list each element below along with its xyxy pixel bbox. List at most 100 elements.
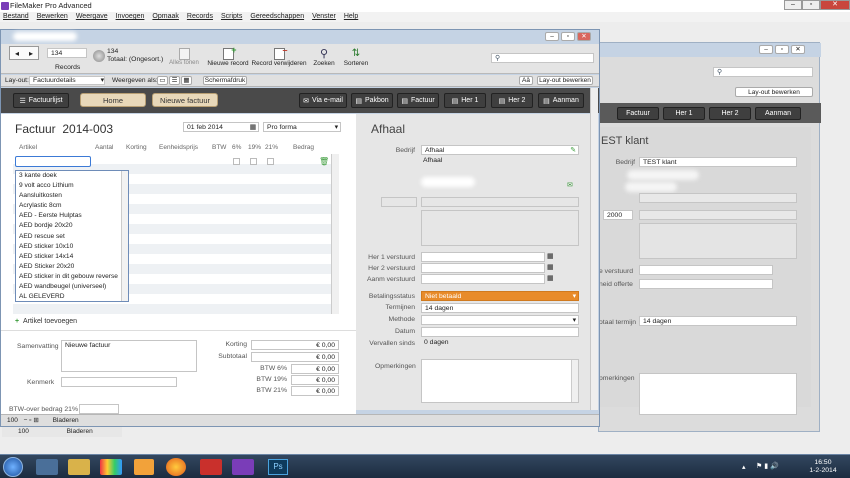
tray-arrow-icon[interactable]: ▴ — [742, 463, 746, 471]
menu-records[interactable]: Records — [187, 12, 213, 22]
dropdown-item[interactable]: 9 volt acco Lithium — [16, 181, 128, 191]
new-record-button[interactable]: + Nieuwe record — [207, 45, 249, 67]
method-select[interactable]: ▾ — [421, 315, 579, 325]
form-view-button[interactable]: ▭ — [157, 76, 168, 85]
calendar-icon[interactable]: ▦ — [547, 263, 554, 271]
btw-6-checkbox[interactable] — [233, 158, 240, 165]
main-maximize-button[interactable]: ▫ — [561, 32, 575, 41]
dropdown-item[interactable]: Acrylastic 8cm — [16, 201, 128, 211]
record-number-field[interactable]: 134 — [47, 48, 87, 58]
dropdown-item[interactable]: AED sticker in dit gebouw reverse — [16, 272, 128, 282]
record-navigator[interactable]: ◂ ▸ — [9, 46, 39, 60]
main-close-button[interactable]: ✕ — [577, 32, 591, 41]
bg-her2-button[interactable]: Her 2 — [709, 107, 751, 120]
delete-record-button[interactable]: – Record verwijderen — [251, 45, 307, 67]
menu-scripts[interactable]: Scripts — [221, 12, 242, 22]
pakbon-button[interactable]: ▤ Pakbon — [351, 93, 393, 108]
zoom-control-icon[interactable]: − ▫ ⊞ — [24, 417, 39, 424]
email-button[interactable]: ✉ Via e-mail — [299, 93, 347, 108]
kenmerk-field[interactable] — [61, 377, 177, 387]
quick-find-field[interactable]: ⚲ — [491, 53, 594, 63]
layout-select[interactable]: Factuurdetails ▾ — [29, 76, 105, 85]
dropdown-item[interactable]: AED sticker 14x14 — [16, 252, 128, 262]
taskbar-app-icon[interactable] — [100, 459, 122, 475]
dropdown-item[interactable]: 3 kante doek — [16, 171, 128, 181]
article-input[interactable] — [15, 156, 91, 167]
menu-bewerken[interactable]: Bewerken — [37, 12, 68, 22]
show-all-button[interactable]: Alles tonen — [167, 48, 201, 66]
dropdown-item[interactable]: AED Sticker 20x20 — [16, 262, 128, 272]
minimize-button[interactable]: – — [784, 0, 802, 10]
firefox-icon[interactable] — [166, 458, 186, 476]
trash-icon[interactable]: 🗑 — [319, 157, 329, 166]
btw-over-field[interactable] — [79, 404, 119, 414]
remarks-field[interactable] — [421, 359, 579, 403]
home-button[interactable]: Home — [80, 93, 146, 107]
dropdown-item[interactable]: AED bordje 20x20 — [16, 221, 128, 231]
dropdown-item[interactable]: AED - Eerste Hulptas — [16, 211, 128, 221]
pdf-icon[interactable] — [200, 459, 222, 475]
aanm-sent-field[interactable] — [421, 274, 545, 284]
dropdown-item[interactable]: Aansluitkosten — [16, 191, 128, 201]
menu-invoegen[interactable]: Invoegen — [116, 12, 145, 22]
bg-minimize-button[interactable]: – — [759, 45, 773, 54]
dropdown-item[interactable]: AED wandbeugel (universeel) — [16, 282, 128, 292]
bg-remarks-field[interactable] — [639, 373, 797, 415]
her1-button[interactable]: ▤ Her 1 — [444, 93, 486, 108]
aa-button[interactable]: Aâ — [519, 76, 533, 85]
add-article-button[interactable]: + Artikel toevoegen — [15, 318, 77, 325]
bg-verstuurd-field[interactable] — [639, 265, 773, 275]
table-view-button[interactable]: ▦ — [181, 76, 192, 85]
menu-venster[interactable]: Venster — [312, 12, 336, 22]
remarks-scrollbar[interactable] — [571, 360, 578, 402]
main-scrollbar[interactable] — [590, 88, 598, 410]
photoshop-icon[interactable]: Ps — [268, 459, 288, 475]
find-button[interactable]: ⚲ Zoeken — [309, 48, 339, 67]
main-minimize-button[interactable]: – — [545, 32, 559, 41]
bg-search-field[interactable]: ⚲ — [713, 67, 813, 77]
her2-button[interactable]: ▤ Her 2 — [491, 93, 533, 108]
calendar-icon[interactable]: ▦ — [547, 274, 554, 282]
maximize-button[interactable]: ▫ — [802, 0, 820, 10]
calendar-icon[interactable]: ▦ — [547, 252, 554, 260]
folder-icon[interactable] — [68, 459, 90, 475]
prev-record-icon[interactable]: ◂ — [15, 49, 19, 58]
menu-help[interactable]: Help — [344, 12, 358, 22]
invoice-list-button[interactable]: ☰ Factuurlijst — [13, 93, 69, 108]
terms-field[interactable]: 14 dagen — [421, 303, 579, 313]
bg-maximize-button[interactable]: ▫ — [775, 45, 789, 54]
bg-offerte-field[interactable] — [639, 279, 773, 289]
bg-close-button[interactable]: ✕ — [791, 45, 805, 54]
dropdown-scrollbar[interactable] — [121, 171, 128, 301]
sort-button[interactable]: ⇅ Sorteren — [339, 48, 373, 67]
bg-factuur-button[interactable]: Factuur — [617, 107, 659, 120]
dropdown-item[interactable]: AED rescue set — [16, 232, 128, 242]
summary-field[interactable]: Nieuwe factuur — [61, 340, 197, 372]
next-record-icon[interactable]: ▸ — [29, 49, 33, 58]
menu-opmaak[interactable]: Opmaak — [152, 12, 178, 22]
preview-button[interactable]: Schermafdruk — [203, 76, 247, 85]
tray-icons[interactable]: ⚑ ▮ 🔊 — [756, 462, 779, 470]
edit-pencil-icon[interactable]: ✎ — [570, 146, 576, 155]
bg-her1-button[interactable]: Her 1 — [663, 107, 705, 120]
invoice-date-field[interactable]: 01 feb 2014 ▦ — [183, 122, 259, 132]
bedrijf-field[interactable]: Afhaal ✎ — [421, 145, 579, 155]
new-invoice-button[interactable]: Nieuwe factuur — [152, 93, 218, 107]
date-field[interactable] — [421, 327, 579, 337]
bg-aanmaning-button[interactable]: Aanman — [755, 107, 801, 120]
her1-sent-field[interactable] — [421, 252, 545, 262]
btw-21-checkbox[interactable] — [267, 158, 274, 165]
start-button[interactable] — [3, 457, 23, 477]
factuur-print-button[interactable]: ▤ Factuur — [397, 93, 439, 108]
dropdown-item[interactable]: AL GELEVERD — [16, 292, 128, 302]
media-player-icon[interactable] — [134, 459, 154, 475]
bg-edit-layout-button[interactable]: Lay-out bewerken — [735, 87, 813, 97]
aanmaning-button[interactable]: ▤ Aanman — [538, 93, 584, 108]
filemaker-taskbar-icon[interactable] — [232, 459, 254, 475]
calendar-icon[interactable]: ▦ — [250, 123, 256, 132]
article-dropdown[interactable]: 3 kante doek 9 volt acco Lithium Aanslui… — [15, 170, 129, 302]
menu-bestand[interactable]: Bestand — [3, 12, 29, 22]
record-slider-icon[interactable] — [93, 50, 105, 62]
payment-status-select[interactable]: Niet betaald ▾ — [421, 291, 579, 301]
dropdown-item[interactable]: AED sticker 10x10 — [16, 242, 128, 252]
